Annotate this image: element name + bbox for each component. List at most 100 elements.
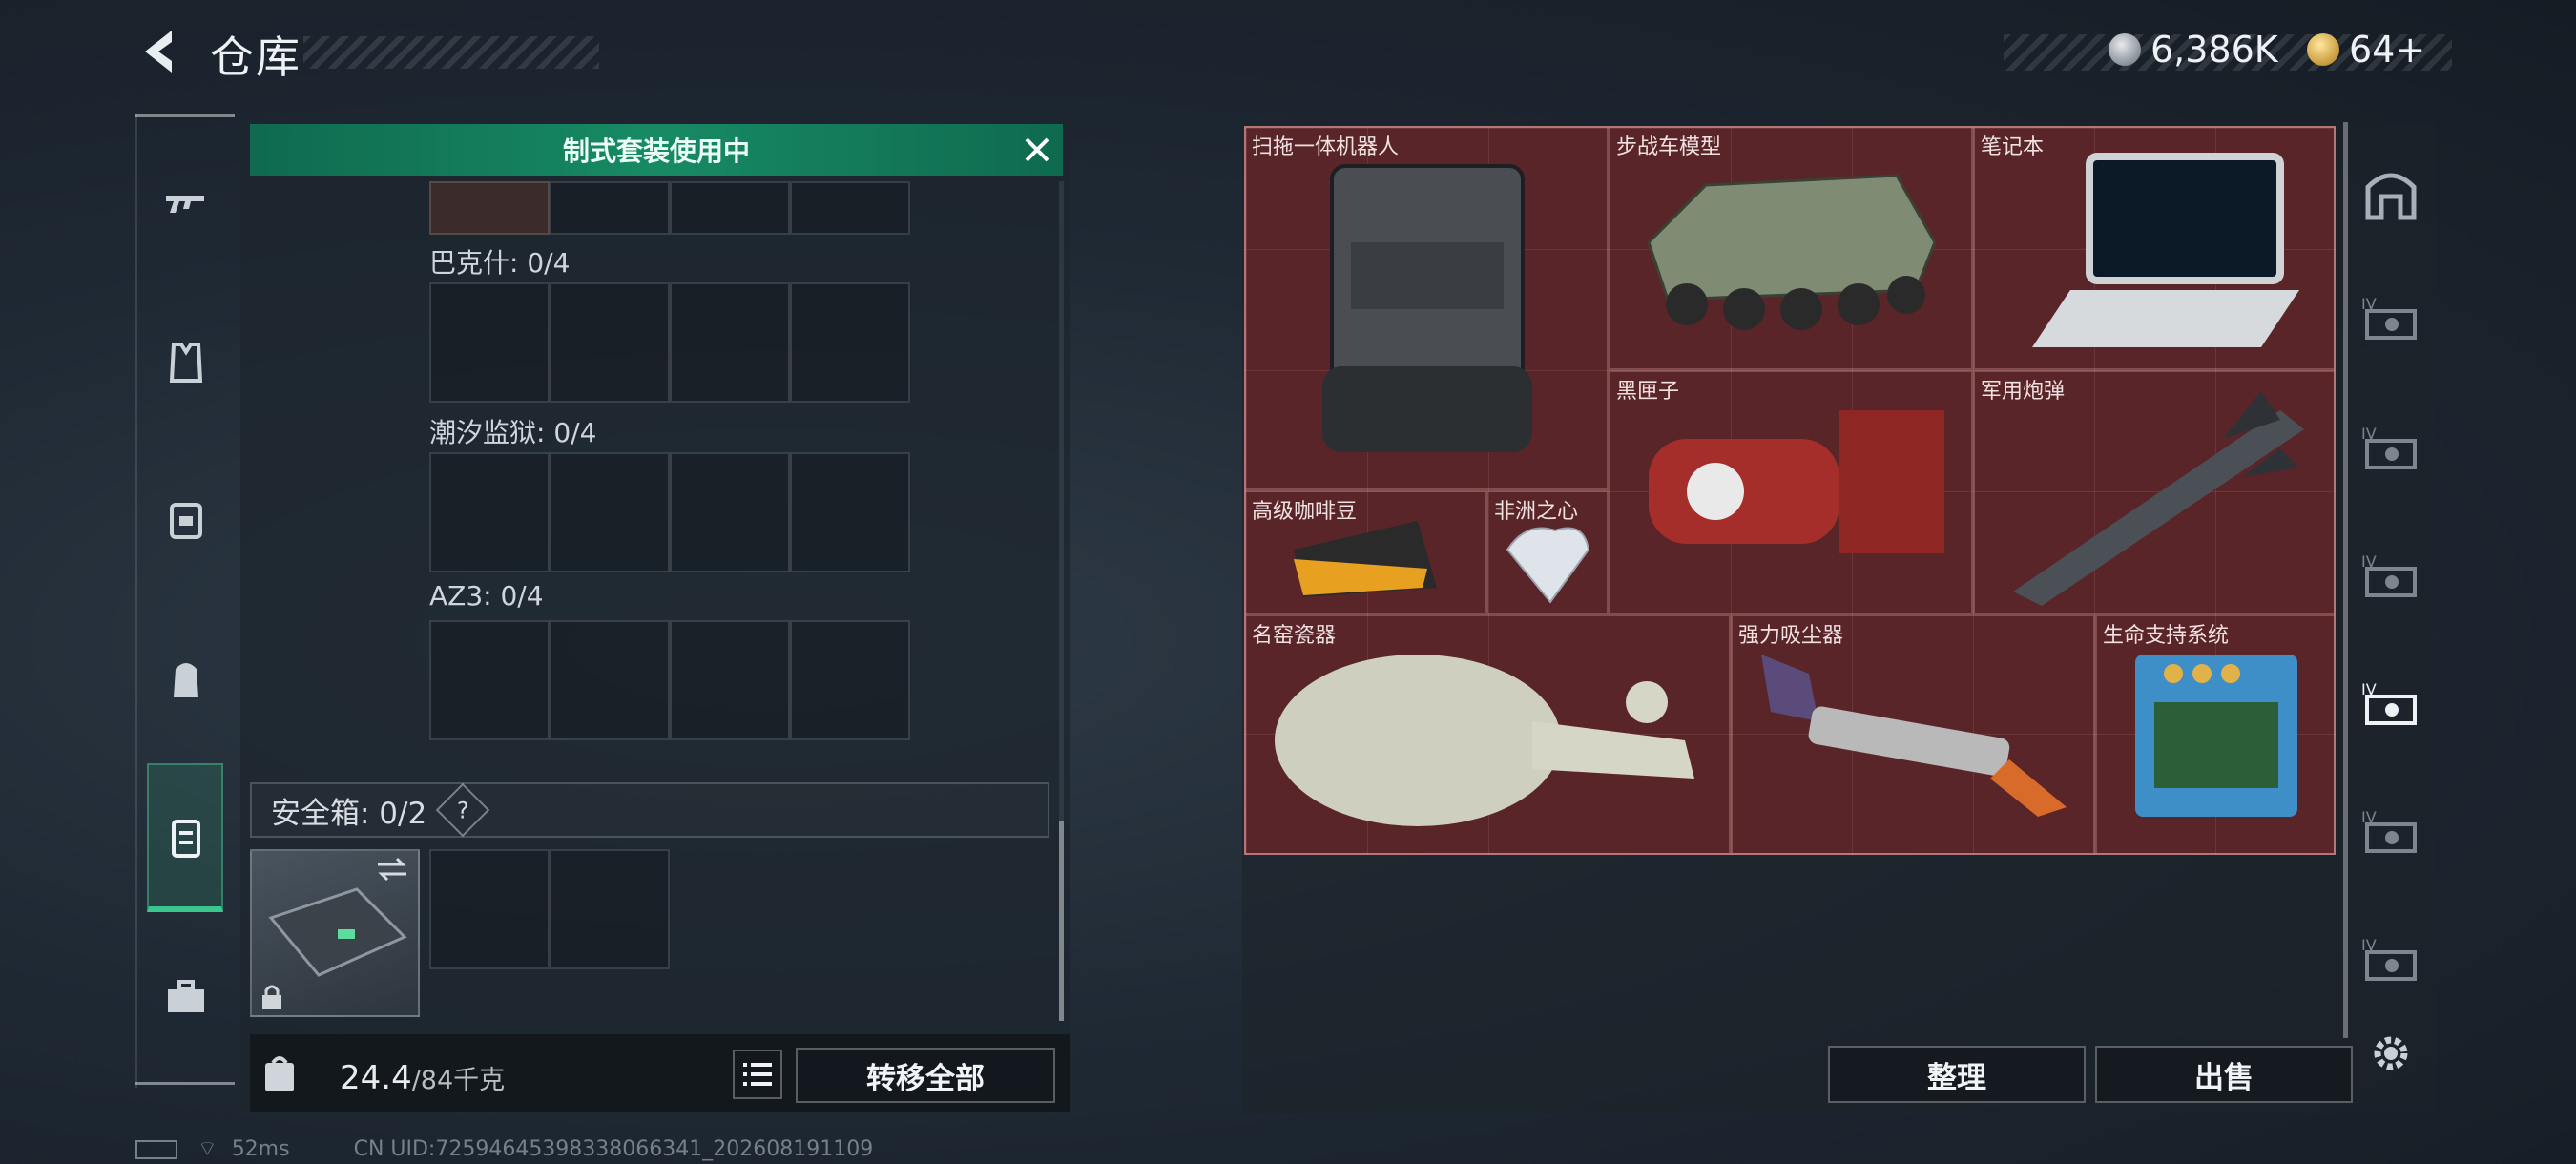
black-box-image bbox=[1649, 410, 1944, 553]
rail-weapon-tab[interactable] bbox=[143, 164, 229, 240]
inventory-slot[interactable] bbox=[670, 452, 790, 572]
sort-button[interactable]: 整理 bbox=[1828, 1046, 2086, 1103]
inventory-slot[interactable] bbox=[790, 620, 910, 740]
currency-silver: 6,386K bbox=[2109, 29, 2278, 71]
settings-button[interactable] bbox=[2357, 1019, 2425, 1088]
inventory-slot[interactable] bbox=[670, 181, 790, 235]
inventory-slot[interactable] bbox=[550, 452, 670, 572]
inventory-slot[interactable] bbox=[670, 282, 790, 403]
item-name: 笔记本 bbox=[1981, 135, 2045, 159]
inventory-slot[interactable] bbox=[550, 620, 670, 740]
stash-item-military-shell[interactable]: 军用炮弹 bbox=[1973, 370, 2336, 614]
life-support-image bbox=[2135, 655, 2297, 817]
storage-tab-2[interactable]: IV bbox=[2357, 412, 2425, 481]
ping-readout: 52ms bbox=[231, 1137, 290, 1161]
loadout-banner: 制式套装使用中 bbox=[250, 124, 1063, 176]
inventory-slot[interactable] bbox=[670, 620, 790, 740]
stash-item-premium-coffee[interactable]: 高级咖啡豆 bbox=[1244, 490, 1486, 614]
storage-iv-icon: IV bbox=[2361, 425, 2417, 469]
item-name: 步战车模型 bbox=[1616, 135, 1722, 159]
rail-chest-rig-tab[interactable] bbox=[143, 483, 229, 559]
backpack-icon bbox=[174, 663, 198, 697]
rail-backpack-tab[interactable] bbox=[143, 641, 229, 717]
inventory-slot[interactable] bbox=[429, 181, 550, 235]
stash-item-famous-porcelain[interactable]: 名窑瓷器 bbox=[1244, 614, 1731, 855]
help-icon[interactable]: ? bbox=[435, 782, 490, 838]
inventory-slot[interactable] bbox=[429, 282, 550, 403]
rail-toolbox-tab[interactable] bbox=[143, 958, 229, 1034]
porcelain-vase-image bbox=[1275, 655, 1694, 826]
storage-tab-5[interactable]: IV bbox=[2357, 796, 2425, 864]
storage-tab-1[interactable]: IV bbox=[2357, 282, 2425, 351]
battery-icon bbox=[135, 1140, 177, 1159]
silver-coin-icon bbox=[2109, 33, 2141, 66]
inventory-slot[interactable] bbox=[429, 620, 550, 740]
storage-tab-6[interactable]: IV bbox=[2357, 924, 2425, 992]
title-decoration bbox=[303, 36, 599, 69]
list-view-button[interactable] bbox=[733, 1050, 782, 1099]
inventory-slot[interactable] bbox=[790, 181, 910, 235]
rail-armor-tab[interactable] bbox=[143, 324, 229, 401]
item-name: 军用炮弹 bbox=[1981, 380, 2066, 404]
slot-row-az3 bbox=[429, 620, 910, 740]
section-label-tide-prison: 潮汐监狱: 0/4 bbox=[429, 417, 597, 448]
stash-item-robot-vacuum[interactable]: 扫拖一体机器人 bbox=[1244, 126, 1609, 490]
weight-current: 24.4 bbox=[340, 1059, 412, 1097]
item-name: 非洲之心 bbox=[1494, 500, 1579, 524]
swap-icon[interactable] bbox=[374, 855, 410, 883]
slot-row-tide-prison bbox=[429, 452, 910, 572]
wifi-icon: ⌔ bbox=[197, 1137, 218, 1161]
rail-safe-case-tab[interactable] bbox=[143, 800, 229, 876]
transfer-all-button[interactable]: 转移全部 bbox=[796, 1048, 1055, 1103]
storage-tab-3[interactable]: IV bbox=[2357, 540, 2425, 609]
safe-box-header: 安全箱: 0/2 ? bbox=[250, 782, 1049, 838]
toolbox-icon bbox=[168, 980, 204, 1012]
stash-item-power-vacuum[interactable]: 强力吸尘器 bbox=[1731, 614, 2095, 855]
safe-box-label: 安全箱: 0/2 bbox=[271, 796, 427, 831]
armor-vest-icon bbox=[169, 343, 203, 383]
loadout-scroll-thumb[interactable] bbox=[1059, 821, 1064, 1021]
military-shell-image bbox=[2013, 391, 2304, 606]
silver-amount: 6,386K bbox=[2150, 29, 2278, 71]
ifv-model-image bbox=[1647, 174, 1937, 330]
inventory-slot[interactable] bbox=[790, 452, 910, 572]
inventory-slot[interactable] bbox=[429, 452, 550, 572]
item-name: 扫拖一体机器人 bbox=[1252, 135, 1400, 159]
vault-icon bbox=[2365, 173, 2417, 220]
status-bar: ⌔ 52ms CN UID:7259464539833806634​1_2026… bbox=[135, 1135, 873, 1162]
storage-iv-icon: IV bbox=[2361, 680, 2417, 725]
sell-button[interactable]: 出售 bbox=[2095, 1046, 2353, 1103]
inventory-slot[interactable] bbox=[790, 282, 910, 403]
stash-item-heart-of-africa[interactable]: 非洲之心 bbox=[1486, 490, 1609, 614]
list-icon bbox=[743, 1063, 772, 1086]
gold-amount: 64+ bbox=[2349, 29, 2426, 71]
power-vacuum-image bbox=[1761, 655, 2067, 817]
storage-iv-icon: IV bbox=[2361, 552, 2417, 597]
category-rail bbox=[135, 114, 239, 1088]
storage-iv-icon: IV bbox=[2361, 295, 2417, 340]
stash-item-black-box[interactable]: 黑匣子 bbox=[1609, 370, 1973, 614]
gear-icon bbox=[2374, 1036, 2408, 1070]
vault-tab[interactable] bbox=[2357, 158, 2425, 227]
storage-iv-icon: IV bbox=[2361, 808, 2417, 853]
lock-icon bbox=[262, 985, 281, 1009]
storage-tab-4-active[interactable]: IV bbox=[2357, 668, 2425, 737]
chest-rig-icon bbox=[170, 503, 202, 539]
inventory-slot[interactable] bbox=[429, 849, 550, 969]
currency-gold[interactable]: 64+ bbox=[2307, 29, 2425, 71]
inventory-slot[interactable] bbox=[550, 282, 670, 403]
inventory-slot[interactable] bbox=[550, 181, 670, 235]
rail-bottom-cap bbox=[135, 1082, 235, 1085]
item-name: 生命支持系统 bbox=[2103, 624, 2230, 648]
inventory-slot[interactable] bbox=[550, 849, 670, 969]
uid-readout: CN UID:7259464539833806634​1_20260819110… bbox=[353, 1137, 874, 1161]
stash-item-ifv-model[interactable]: 步战车模型 bbox=[1609, 126, 1973, 370]
gold-coin-icon bbox=[2307, 33, 2339, 66]
stash-item-laptop[interactable]: 笔记本 bbox=[1973, 126, 2336, 370]
item-name: 黑匣子 bbox=[1616, 380, 1680, 404]
stash-item-life-support-system[interactable]: 生命支持系统 bbox=[2095, 614, 2336, 855]
close-icon[interactable] bbox=[1019, 132, 1055, 168]
item-name: 高级咖啡豆 bbox=[1252, 500, 1358, 524]
back-arrow-icon[interactable] bbox=[134, 25, 187, 78]
top-slot-row bbox=[429, 181, 910, 235]
